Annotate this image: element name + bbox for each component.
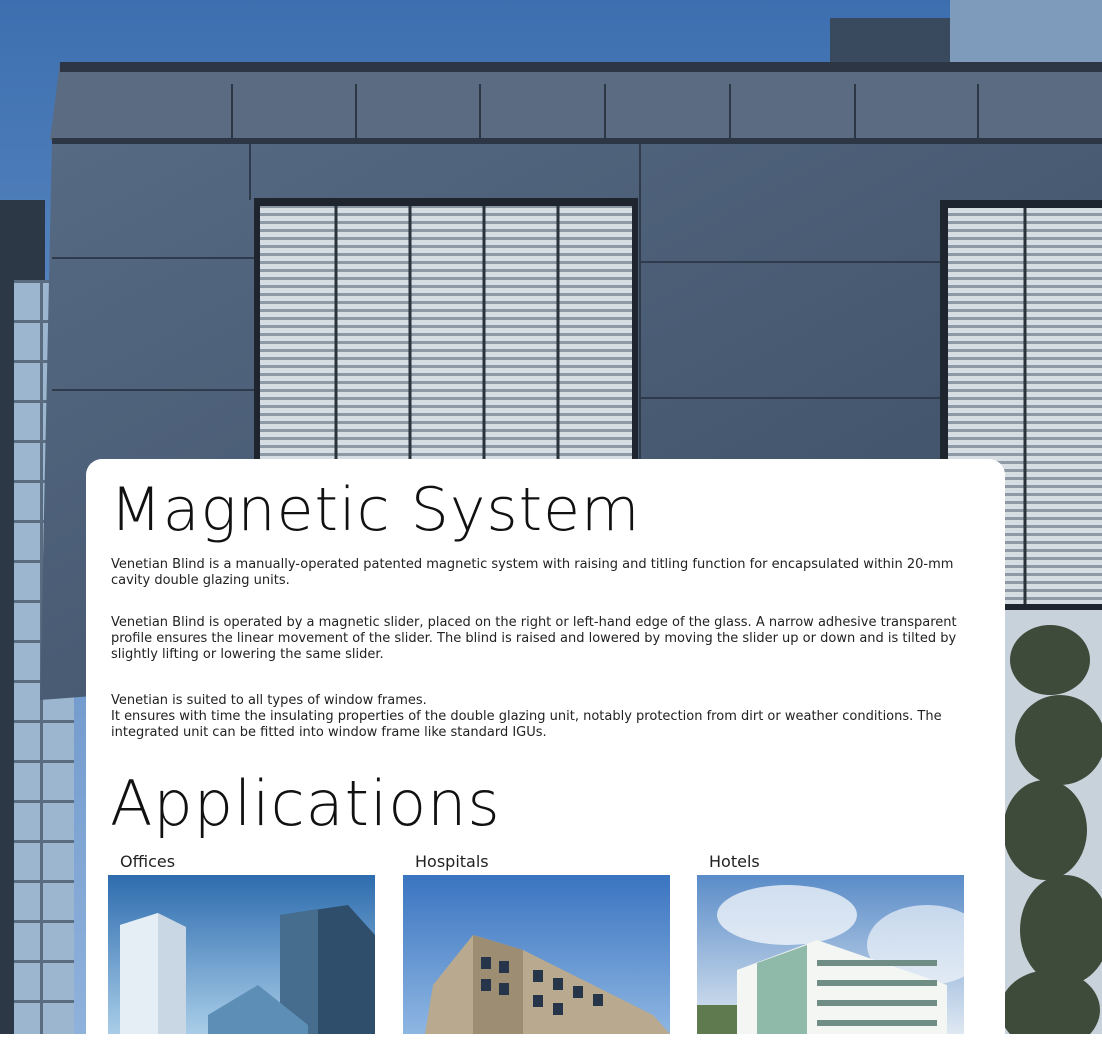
application-label-hotels: Hotels: [709, 852, 760, 871]
application-card-hospitals: Hospitals: [403, 852, 670, 1034]
applications-title: Applications: [110, 767, 501, 840]
hospitals-photo: [403, 875, 670, 1034]
magnetic-paragraph-3: Venetian is suited to all types of windo…: [111, 693, 942, 740]
application-card-hotels: Hotels: [697, 852, 964, 1034]
magnetic-paragraph-2: Venetian Blind is operated by a magnetic…: [111, 615, 957, 662]
magnetic-paragraph-1: Venetian Blind is a manually-operated pa…: [111, 557, 954, 588]
magnetic-system-title: Magnetic System: [110, 475, 641, 545]
offices-photo: [108, 875, 375, 1034]
hotels-photo: [697, 875, 964, 1034]
application-label-hospitals: Hospitals: [415, 852, 489, 871]
application-label-offices: Offices: [120, 852, 176, 871]
application-card-offices: Offices: [108, 852, 375, 1034]
